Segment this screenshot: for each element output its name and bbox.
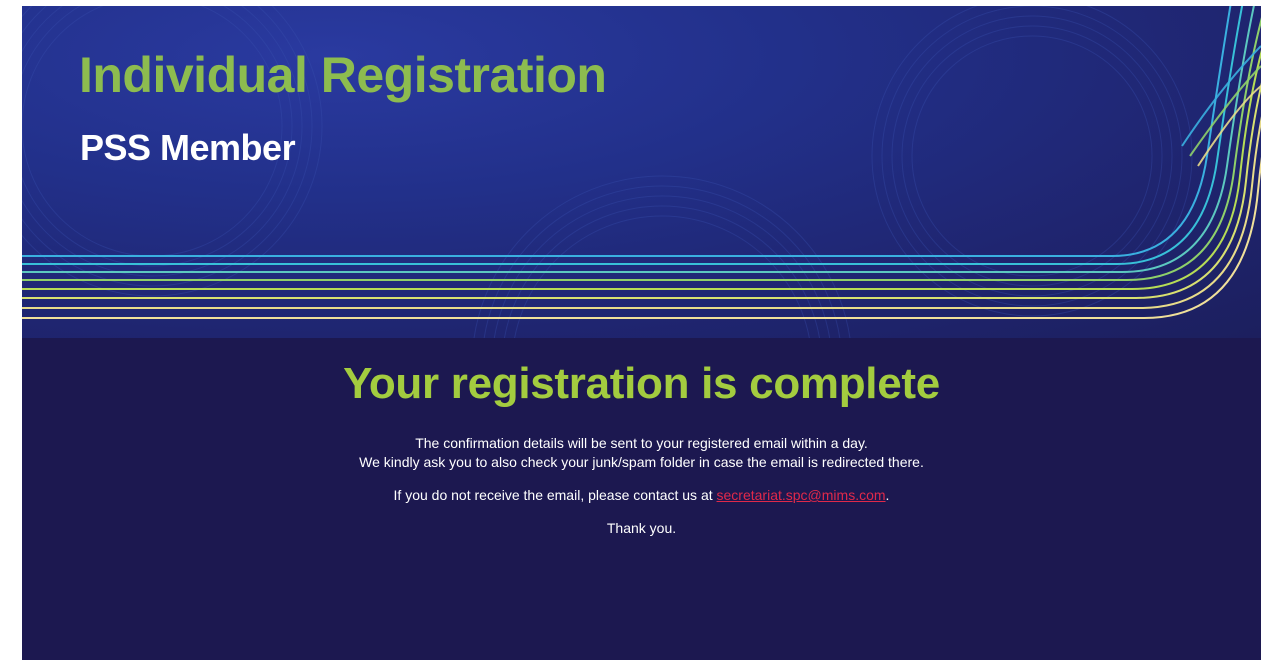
thank-you-text: Thank you. [606, 520, 677, 536]
confirmation-line-1: The confirmation details will be sent to… [415, 435, 868, 451]
contact-message: If you do not receive the email, please … [342, 486, 942, 505]
confirmation-heading: Your registration is complete [343, 359, 940, 408]
header-banner: Individual Registration PSS Member [22, 6, 1261, 338]
registration-page: Individual Registration PSS Member Your … [22, 6, 1261, 660]
registration-type-subtitle: PSS Member [80, 127, 296, 168]
contact-suffix-text: . [885, 487, 890, 503]
contact-email-link[interactable]: secretariat.spc@mims.com [717, 487, 886, 503]
contact-prefix-text: If you do not receive the email, please … [393, 487, 717, 503]
confirmation-message: The confirmation details will be sent to… [342, 434, 942, 472]
page-title: Individual Registration [79, 47, 607, 103]
confirmation-section: Your registration is complete The confir… [22, 338, 1261, 660]
confirmation-line-2: We kindly ask you to also check your jun… [359, 454, 924, 470]
